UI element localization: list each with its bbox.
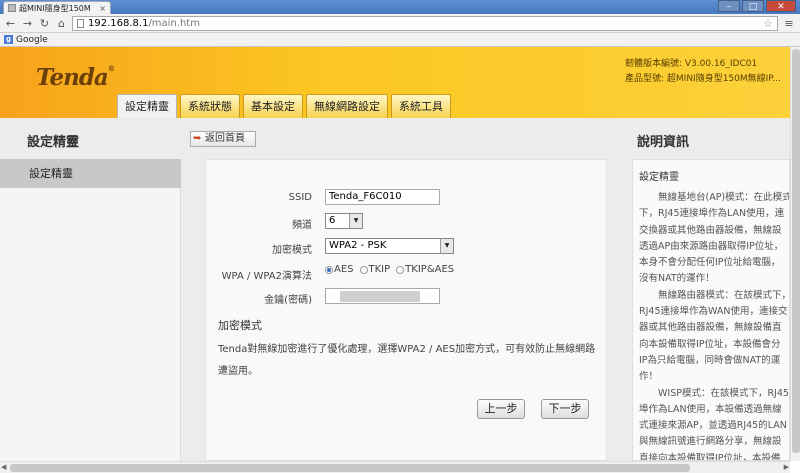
tab-wireless-settings[interactable]: 無線網路設定	[306, 94, 388, 118]
vertical-scrollbar[interactable]	[790, 47, 800, 461]
sidebar-item-setup-wizard[interactable]: 設定精靈	[0, 159, 181, 188]
help-line: 器或其他路由器設備，無線設備直	[639, 322, 782, 334]
ssid-input[interactable]: Tenda_F6C010	[325, 189, 440, 205]
left-sidebar: 設定精靈	[0, 159, 181, 461]
help-line: IP為只給電腦，同時會做NAT的運	[639, 354, 781, 366]
maximize-button[interactable]: □	[742, 0, 764, 12]
radio-dot-icon	[325, 265, 333, 274]
algorithm-radio-group: AES TKIP TKIP&AES	[325, 264, 454, 275]
help-line: 無線路由器模式：在該模式下，	[639, 289, 790, 301]
help-line: 埠作為LAN使用，本設備透過無線	[639, 403, 782, 415]
help-panel: 設定精靈 無線基地台(AP)模式：在此模式 下，RJ45連接埠作為LAN使用，連交…	[632, 159, 790, 461]
url-text: 192.168.8.1/main.htm	[88, 17, 200, 29]
scroll-left-icon[interactable]: ◀	[1, 463, 6, 471]
chevron-down-icon: ▼	[440, 239, 453, 253]
help-line: 作！	[639, 371, 659, 383]
help-line: 直接向本設備取得IP位址，本設備	[639, 452, 781, 461]
address-bar: ← → ↻ ⌂ 192.168.8.1/main.htm ☆ ≡	[0, 14, 800, 33]
radio-dot-icon	[396, 265, 405, 274]
page-content: 設定精靈 設定精靈 ➥ 返回首頁 SSID Tenda_F6C010 頻道 6 …	[0, 118, 790, 461]
menu-icon[interactable]: ≡	[782, 17, 796, 30]
bookmark-star-icon[interactable]: ☆	[763, 17, 773, 30]
url-input[interactable]: 192.168.8.1/main.htm ☆	[72, 15, 778, 31]
scroll-thumb[interactable]	[10, 464, 690, 472]
bookmarks-bar: g Google	[0, 33, 800, 47]
version-info: 韌體版本編號: V3.00.16_IDC01 產品型號: 超MINI隨身型150…	[625, 57, 781, 87]
tab-basic-settings[interactable]: 基本設定	[243, 94, 303, 118]
help-line: 式連接來源AP，並透過RJ45的LAN	[639, 420, 787, 432]
return-arrow-icon: ➥	[193, 133, 202, 144]
encryption-section-title: 加密模式	[218, 319, 262, 332]
channel-label: 頻道	[292, 220, 312, 231]
radio-tkip[interactable]: TKIP	[359, 264, 390, 275]
algorithm-label: WPA / WPA2演算法	[221, 271, 312, 282]
encmode-select[interactable]: WPA2 - PSK ▼	[325, 238, 454, 254]
model-name: 產品型號: 超MINI隨身型150M無線IP...	[625, 74, 781, 84]
bookmark-google[interactable]: Google	[16, 35, 48, 45]
return-home-button[interactable]: ➥ 返回首頁	[190, 131, 256, 147]
browser-tab-bar: 超MINI隨身型150M × – □ ✕	[0, 0, 800, 14]
radio-tkip-aes[interactable]: TKIP&AES	[396, 264, 454, 275]
tab-system-tools[interactable]: 系統工具	[391, 94, 451, 118]
ssid-label: SSID	[288, 192, 312, 203]
window-controls: – □ ✕	[718, 0, 796, 12]
help-line: RJ45連接埠作為WAN使用，連接交	[639, 306, 788, 318]
encryption-description: Tenda對無線加密進行了優化處理，選擇WPA2 / AES加密方式，可有效防止…	[218, 344, 596, 377]
help-line: 交換器或其他路由器設備，無線設	[639, 224, 782, 236]
radio-aes[interactable]: AES	[325, 264, 354, 275]
help-heading: 設定精靈	[639, 172, 679, 183]
main-nav: 設定精靈 系統狀態 基本設定 無線網路設定 系統工具	[117, 94, 451, 118]
chevron-down-icon: ▼	[349, 214, 362, 228]
back-arrow-icon[interactable]: ←	[4, 17, 17, 30]
help-line: 與無線訊號進行網路分享，無線設	[639, 436, 782, 448]
channel-select[interactable]: 6 ▼	[325, 213, 363, 229]
page-icon	[77, 18, 84, 28]
reload-icon[interactable]: ↻	[38, 17, 51, 30]
google-bookmark-icon: g	[4, 35, 13, 44]
help-line: 沒有NAT的運作！	[639, 273, 715, 285]
help-line: 下，RJ45連接埠作為LAN使用，連	[639, 208, 785, 220]
previous-step-button[interactable]: 上一步	[477, 399, 525, 419]
forward-arrow-icon[interactable]: →	[21, 17, 34, 30]
tenda-logo: Tenda®	[36, 64, 115, 91]
help-line: 向本設備取得IP位址，本設備會分	[639, 338, 781, 350]
scroll-right-icon[interactable]: ▶	[784, 463, 789, 471]
help-title: 說明資訊	[637, 135, 690, 150]
horizontal-scrollbar[interactable]: ◀ ▶	[0, 461, 790, 473]
help-body: 無線基地台(AP)模式：在此模式 下，RJ45連接埠作為LAN使用，連 交換器或其他…	[639, 190, 790, 461]
browser-tab[interactable]: 超MINI隨身型150M ×	[3, 1, 111, 14]
help-line: WISP模式：在該模式下，RJ45連	[639, 387, 790, 399]
wizard-form-panel: SSID Tenda_F6C010 頻道 6 ▼ 加密模式 WPA2 - PSK…	[205, 159, 607, 461]
tab-setup-wizard[interactable]: 設定精靈	[117, 94, 177, 118]
help-line: 本身不會分配任何IP位址給電腦，	[639, 257, 781, 269]
next-step-button[interactable]: 下一步	[541, 399, 589, 419]
help-line: 無線基地台(AP)模式：在此模式	[639, 192, 790, 203]
scroll-thumb[interactable]	[792, 49, 800, 453]
encmode-label: 加密模式	[272, 245, 312, 256]
tab-title: 超MINI隨身型150M	[19, 3, 91, 13]
radio-dot-icon	[359, 265, 368, 274]
key-input[interactable]	[325, 288, 440, 304]
key-label: 金鑰(密碼)	[264, 295, 312, 306]
tab-system-status[interactable]: 系統狀態	[180, 94, 240, 118]
minimize-button[interactable]: –	[718, 0, 740, 12]
firmware-version: 韌體版本編號: V3.00.16_IDC01	[625, 59, 758, 69]
router-header: Tenda® 韌體版本編號: V3.00.16_IDC01 產品型號: 超MIN…	[0, 47, 800, 118]
home-icon[interactable]: ⌂	[55, 17, 68, 30]
help-line: 透過AP由來源路由器取得IP位址，	[639, 240, 784, 252]
tab-close-icon[interactable]: ×	[99, 4, 106, 13]
redacted-key	[340, 291, 420, 302]
favicon-icon	[8, 4, 16, 12]
left-title: 設定精靈	[27, 135, 80, 150]
close-window-button[interactable]: ✕	[766, 0, 796, 12]
